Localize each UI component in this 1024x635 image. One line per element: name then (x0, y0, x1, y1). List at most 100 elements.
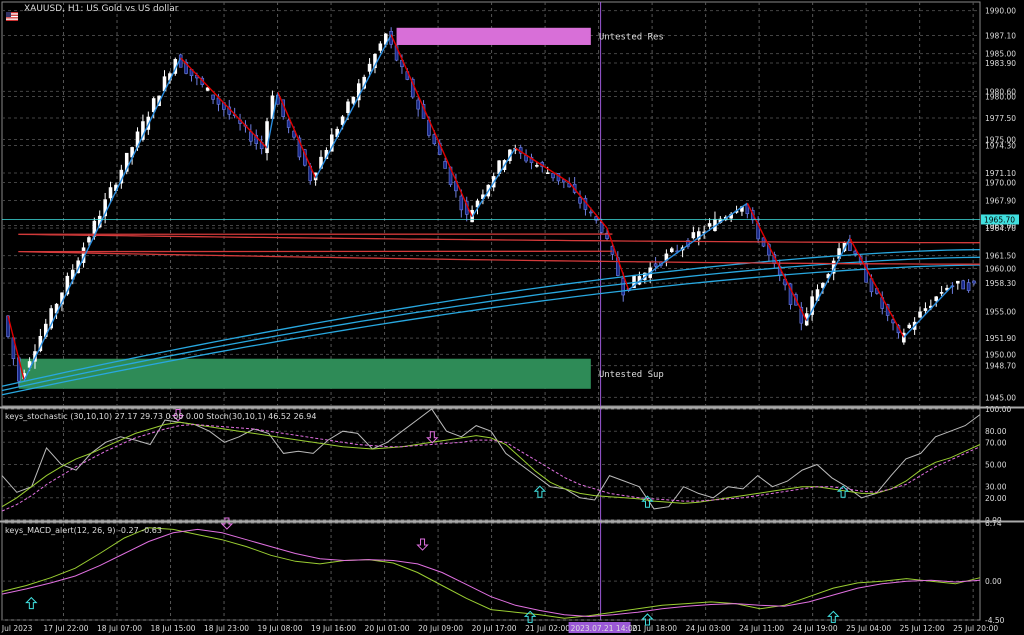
y-tick-label: 1948.70 (985, 362, 1016, 371)
x-tick-label: 18 Jul 15:00 (151, 624, 196, 633)
candle-body (443, 161, 447, 169)
candle-body (551, 172, 555, 179)
chart-symbol-title: XAUUSD, H1: US Gold vs US dollar (24, 4, 179, 14)
candle-body (670, 248, 674, 253)
indicator-series-line (1, 408, 981, 510)
x-tick-label: 25 Jul 12:00 (900, 624, 945, 633)
y-tick-label: 1977.50 (985, 114, 1016, 123)
y-tick-label: 0.00 (985, 577, 1002, 586)
candle-body (907, 324, 912, 329)
y-tick-label: 6.74 (985, 519, 1002, 528)
arrow-up-icon (25, 596, 38, 610)
candle-body (707, 223, 712, 227)
candle-body (367, 63, 372, 72)
y-tick-label: 1970.00 (985, 179, 1016, 188)
candle-body (351, 96, 356, 104)
candle-body (87, 237, 91, 243)
candle-body (545, 172, 550, 174)
candle-body (961, 280, 965, 290)
x-tick-label: 19 Jul 08:00 (258, 624, 303, 633)
candle-body (211, 94, 215, 100)
candle-body (956, 280, 960, 284)
y-tick-label: 100.00 (985, 405, 1011, 414)
zigzag-segment (660, 202, 748, 265)
y-tick-label: 1971.10 (985, 169, 1016, 178)
zone-label: Untested Res (599, 32, 664, 42)
candle-body (934, 296, 939, 302)
chart-canvas: 17 Jul 2023 17 Jul 22:00 18 Jul 07:00 18 Ju… (0, 1, 1024, 633)
arrow-up-icon (827, 610, 840, 623)
zigzag-segment (314, 34, 392, 179)
y-tick-label: 1974.30 (985, 142, 1016, 151)
candle-body (966, 282, 971, 291)
zigzag-segment (7, 315, 25, 381)
current-price-label: 1965.70 (984, 215, 1015, 224)
x-tick-label: 25 Jul 04:00 (846, 624, 891, 633)
x-tick-label: 17 Jul 22:00 (44, 624, 89, 633)
y-tick-label: 1950.00 (985, 350, 1016, 359)
candle-body (535, 165, 539, 167)
indicator-title: keys_stochastic (30,10,10) 27.17 29.73 0… (5, 412, 316, 421)
y-tick-label: 80.00 (985, 427, 1007, 436)
y-tick-label: 1983.90 (985, 59, 1016, 68)
candle-body (589, 211, 593, 214)
symbol-description: US Gold vs US dollar (86, 4, 179, 14)
indicator-series-line (1, 528, 981, 618)
y-tick-label: 1990.00 (985, 7, 1016, 16)
x-tick-label: 24 Jul 19:00 (793, 624, 838, 633)
candle-body (346, 101, 350, 114)
pane-border-2 (1, 522, 981, 621)
zigzag-segment (514, 147, 570, 184)
candle-body (108, 187, 113, 199)
candle-body (918, 311, 922, 318)
x-tick-label: 20 Jul 09:00 (418, 624, 463, 633)
x-tick-label: 20 Jul 01:00 (365, 624, 410, 633)
candle-body (459, 195, 464, 211)
zone-label: Untested Sup (599, 370, 664, 380)
y-tick-label: 1967.90 (985, 197, 1016, 206)
x-tick-label: 2023.07.21 14:00 (571, 624, 638, 633)
candle-body (340, 116, 345, 125)
y-tick-label: -4.50 (985, 616, 1005, 625)
symbol: XAUUSD (24, 4, 63, 14)
moving-average-line (18, 250, 980, 265)
candle-body (578, 197, 582, 204)
x-tick-label: 25 Jul 20:00 (953, 624, 998, 633)
y-tick-label: 20.00 (985, 494, 1007, 503)
y-tick-label: 30.00 (985, 483, 1007, 492)
zigzag-segment (568, 182, 608, 229)
x-tick-label: 21 Jul 18:00 (632, 624, 677, 633)
arrow-down-icon (426, 431, 439, 444)
y-tick-label: 1985.00 (985, 50, 1016, 59)
arrow-down-icon (416, 538, 429, 551)
candle-body (653, 263, 658, 267)
x-tick-label: 18 Jul 07:00 (97, 624, 142, 633)
y-tick-label: 1964.70 (985, 224, 1016, 233)
candle-body (621, 277, 626, 296)
y-tick-label: 1958.30 (985, 279, 1016, 288)
x-tick-label: 21 Jul 02:00 (525, 624, 570, 633)
candle-body (972, 280, 976, 284)
candle-body (923, 308, 928, 311)
y-tick-label: 1951.90 (985, 334, 1016, 343)
candle-body (599, 222, 604, 233)
us-flag-icon (6, 6, 18, 21)
zigzag-segment (23, 57, 182, 381)
candle-body (205, 87, 210, 91)
zigzag-segment (806, 238, 851, 322)
x-tick-label: 24 Jul 03:00 (686, 624, 731, 633)
x-tick-label: 18 Jul 23:00 (204, 624, 249, 633)
candle-body (378, 43, 383, 51)
indicator-title: keys_MACD_alert(12, 26, 9) -0.27 -0.63 (5, 526, 162, 535)
price-zone-0 (396, 27, 591, 45)
y-tick-label: 1980.00 (985, 93, 1016, 102)
y-tick-label: 50.00 (985, 461, 1007, 470)
candle-body (691, 232, 696, 239)
y-tick-label: 1955.00 (985, 307, 1016, 316)
x-tick-label: 17 Jul 2023 (0, 624, 33, 633)
candle-body (286, 119, 291, 128)
y-tick-label: 1960.00 (985, 264, 1016, 273)
timeframe: H1 (67, 4, 81, 14)
x-tick-label: 19 Jul 16:00 (311, 624, 356, 633)
zigzag-segment (390, 34, 473, 218)
